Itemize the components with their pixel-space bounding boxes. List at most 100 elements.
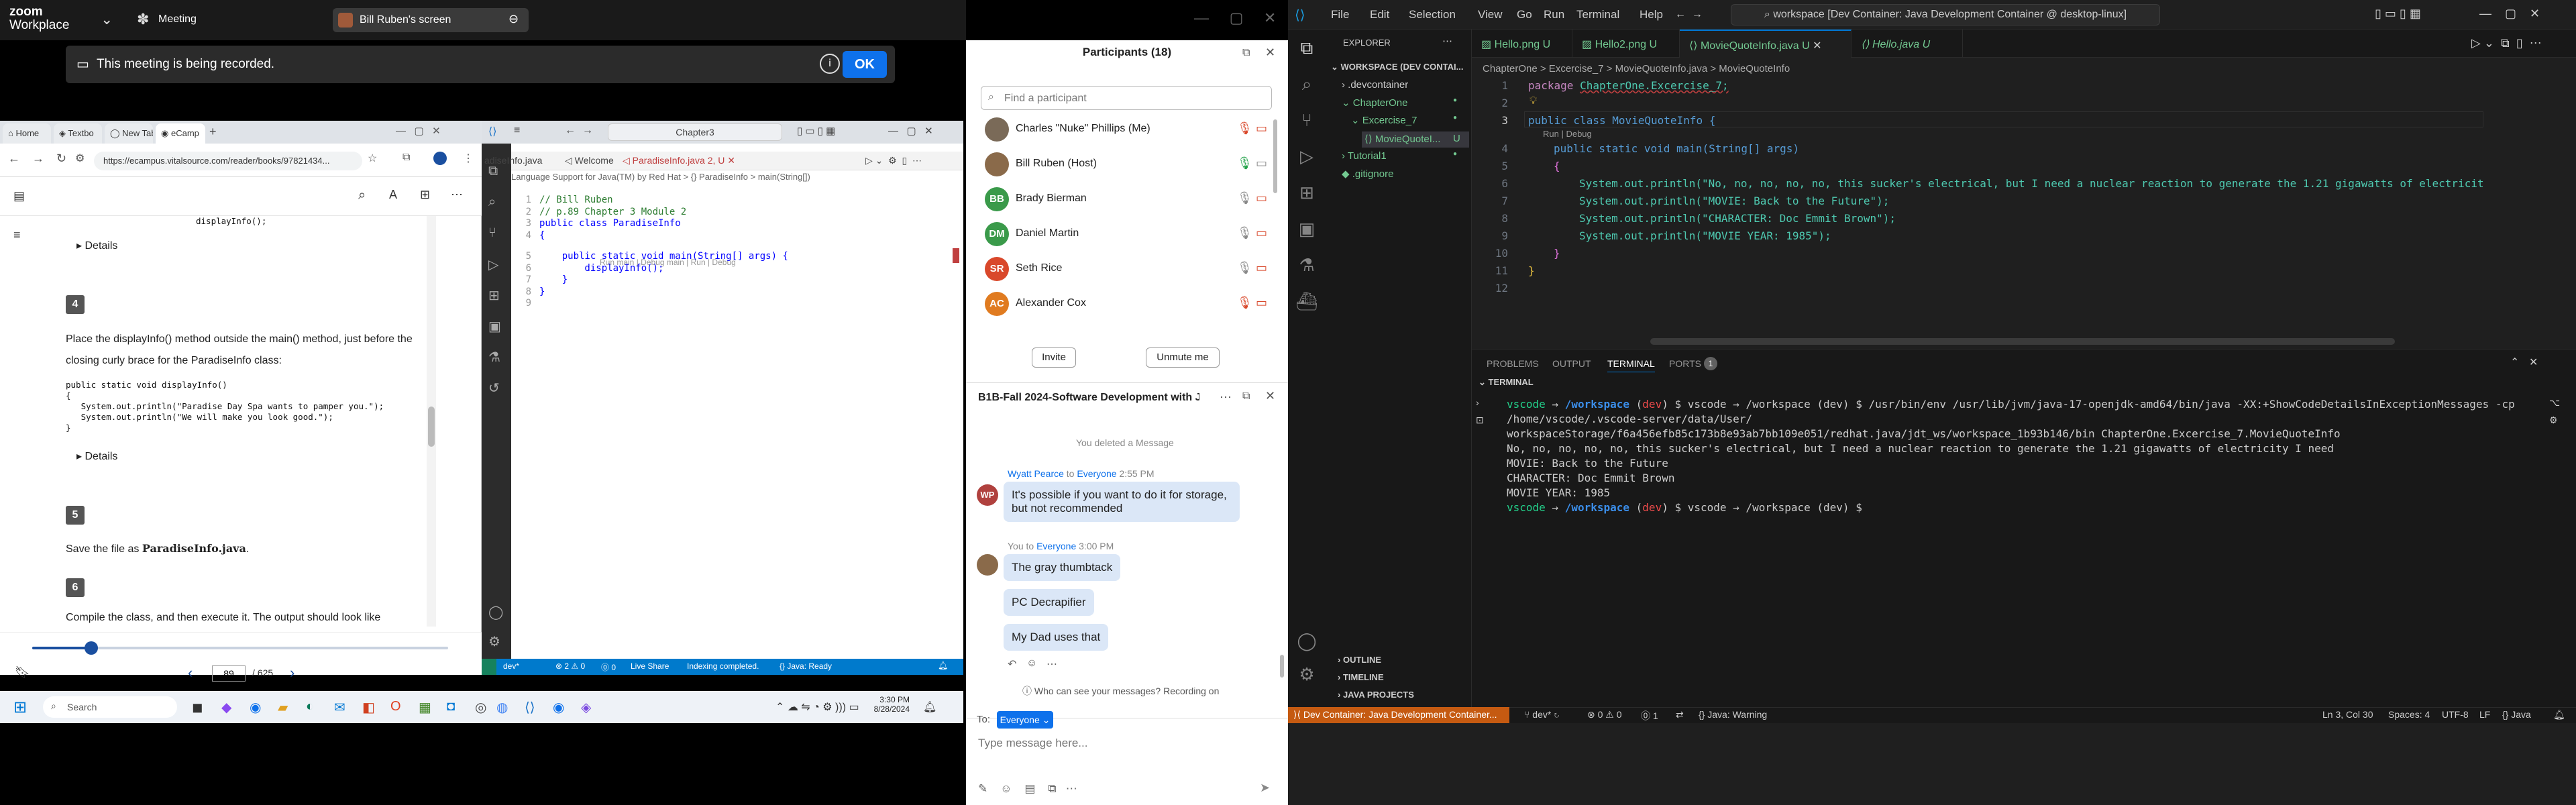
details-toggle[interactable]: ▸ Details — [76, 239, 117, 252]
search-icon[interactable]: ⌕ — [1295, 74, 1319, 98]
close-icon[interactable]: ✕ — [1265, 46, 1275, 60]
profile-avatar[interactable] — [433, 152, 447, 165]
camera-icon[interactable]: ▭ — [1256, 156, 1267, 170]
tray-icons[interactable]: ⌃ ☁ ⇋ ◔ ⚙ ))) ▭ — [775, 700, 859, 714]
language-mode[interactable]: {} Java — [2502, 709, 2531, 720]
back-icon[interactable]: ← — [565, 125, 576, 137]
close-panel-icon[interactable]: ✕ — [2529, 356, 2538, 369]
format-icon[interactable]: ✎ — [978, 782, 987, 795]
more-icon[interactable]: ⊖ — [508, 12, 519, 26]
minimize-icon[interactable]: — — [1194, 9, 1209, 26]
chevron-right-icon[interactable]: › — [1476, 397, 1479, 408]
camera-icon[interactable]: ▭ — [1256, 226, 1267, 240]
tab-problems[interactable]: PROBLEMS — [1487, 358, 1539, 369]
camera-icon[interactable]: ▭ — [1256, 261, 1267, 275]
participant-row[interactable]: SR Seth Rice 🎙︎ ▭ — [981, 252, 1276, 286]
close-icon[interactable]: ✕ — [1265, 389, 1275, 403]
java-projects-section[interactable]: › JAVA PROJECTS — [1338, 690, 1414, 700]
notes-icon[interactable]: ⊞ — [420, 188, 430, 202]
zoom-icon[interactable]: ◉ — [250, 699, 261, 716]
chrome-icon[interactable]: ◎ — [475, 699, 486, 716]
app-icon[interactable]: ◈ — [581, 699, 591, 716]
terminal-output[interactable]: vscode → /workspace (dev) $ vscode → /wo… — [1507, 397, 2540, 515]
more-icon[interactable]: ⋯ — [1046, 657, 1057, 671]
browser-tab-textbook[interactable]: ◈ Textbo — [54, 123, 102, 144]
privacy-notice[interactable]: ⓘ Who can see your messages? Recording o… — [1022, 684, 1219, 698]
testing-icon[interactable]: ⚗ — [488, 349, 500, 366]
file-explorer-icon[interactable]: ▰ — [278, 699, 288, 716]
emoji-icon[interactable]: ☺ — [1000, 782, 1012, 795]
menu-item-file[interactable]: File — [1331, 8, 1349, 21]
indentation[interactable]: Spaces: 4 — [2388, 709, 2430, 720]
new-tab-icon[interactable]: + — [209, 125, 217, 139]
mic-icon[interactable]: 🎙︎ — [1237, 226, 1252, 240]
reader-more-icon[interactable]: ⋯ — [451, 188, 463, 202]
participant-row[interactable]: Bill Ruben (Host) 🎙︎ ▭ — [981, 148, 1276, 181]
extensions-icon[interactable]: ⧉ — [402, 152, 410, 164]
editor-actions[interactable]: ▷ ⌄ ⧉ ▯ ⋯ — [2471, 36, 2542, 50]
notifications-icon[interactable]: 🔔︎ — [938, 661, 948, 670]
notifications-icon[interactable]: 🔔︎ — [923, 700, 936, 714]
reload-icon[interactable]: ↻ — [56, 152, 66, 166]
bookmark-icon[interactable]: 🔖︎ — [15, 665, 30, 680]
remote-status[interactable]: ⟩⟨ Dev Container: Java Development Conta… — [1288, 707, 1509, 723]
browser-menu-icon[interactable]: ⋮ — [463, 152, 474, 165]
close-icon[interactable]: ✕ — [1264, 9, 1276, 26]
participant-search-input[interactable]: ⌕ Find a participant — [981, 86, 1272, 110]
menu-icon[interactable]: ≡ — [13, 228, 21, 242]
mic-icon[interactable]: 🎙︎ — [1237, 156, 1252, 170]
participant-row[interactable]: Charles "Nuke" Phillips (Me) 🎙︎ ▭ — [981, 113, 1276, 146]
browser-icon[interactable]: ◍ — [496, 699, 508, 716]
settings-gear-icon[interactable]: ⚙ — [488, 633, 500, 650]
search-icon[interactable]: ⌕ — [358, 188, 366, 203]
browser-tab-ecampus[interactable]: ◉ eCamp — [156, 123, 205, 144]
teams-icon[interactable]: ◆ — [221, 699, 231, 716]
edge-icon[interactable]: ◐ — [306, 699, 314, 714]
more-icon[interactable]: ⋯ — [1442, 35, 1452, 47]
tree-item-gitignore[interactable]: ◆ .gitignore — [1342, 168, 1393, 180]
unmute-me-button[interactable]: Unmute me — [1146, 347, 1220, 368]
url-input[interactable]: https://ecampus.vitalsource.com/reader/b… — [94, 152, 362, 170]
screen-share-pill[interactable]: Bill Ruben's screen ⊖ — [333, 8, 529, 32]
text-size-icon[interactable]: A — [389, 188, 397, 202]
command-center[interactable]: Chapter3 — [608, 123, 782, 141]
reply-icon[interactable]: ↶ — [1008, 657, 1016, 671]
emoji-icon[interactable]: ☺ — [1026, 657, 1037, 669]
run-debug-icon[interactable]: ▷ — [1295, 146, 1319, 170]
contents-icon[interactable]: ▤ — [13, 189, 25, 203]
tab-partial[interactable]: adiseInfo.java — [484, 155, 542, 166]
meeting-label[interactable]: Meeting — [158, 13, 197, 25]
java-status[interactable]: {} Java: Ready — [780, 661, 832, 671]
next-page-icon[interactable]: › — [290, 664, 294, 682]
mic-icon[interactable]: 🎙︎ — [1237, 296, 1252, 310]
extensions-icon[interactable]: ⊞ — [488, 287, 500, 304]
info-icon[interactable]: i — [820, 54, 840, 74]
outline-section[interactable]: › OUTLINE — [1338, 655, 1381, 665]
docker-icon[interactable]: ⛴ — [1295, 291, 1319, 315]
tab-hello-png[interactable]: ▨ Hello.png U — [1472, 30, 1572, 58]
extensions-icon[interactable]: ⊞ — [1295, 182, 1319, 207]
tree-item-excercise7[interactable]: ⌄ Excercise_7 — [1351, 114, 1417, 126]
tab-welcome[interactable]: ◁ Welcome — [565, 155, 614, 166]
tab-ports[interactable]: PORTS — [1669, 358, 1701, 369]
search-icon[interactable]: ⌕ — [488, 195, 496, 210]
breadcrumb[interactable]: ChapterOne > Excercise_7 > MovieQuoteInf… — [1483, 63, 1790, 74]
mail-icon[interactable]: ✉ — [334, 699, 345, 716]
camera-icon[interactable]: ▭ — [1256, 121, 1267, 136]
remote-explorer-icon[interactable]: ▣ — [488, 318, 501, 335]
remote-explorer-icon[interactable]: ▣ — [1295, 219, 1319, 243]
testing-icon[interactable]: ⚗ — [1295, 255, 1319, 279]
tree-item-tutorial1[interactable]: › Tutorial1 — [1342, 150, 1387, 162]
popout-icon[interactable]: ⧉ — [1242, 390, 1250, 402]
zoom-taskbar-icon[interactable]: ◉ — [553, 699, 564, 716]
timeline-section[interactable]: › TIMELINE — [1338, 672, 1384, 682]
branch-status[interactable]: dev* — [503, 661, 519, 671]
nav-arrows[interactable]: ← → — [1675, 5, 1703, 25]
lightbulb-icon[interactable]: 💡︎ — [1529, 95, 1537, 107]
recipient-dropdown[interactable]: Everyone ⌄ — [997, 711, 1053, 729]
send-icon[interactable]: ➤ — [1260, 781, 1270, 795]
outlook-icon[interactable]: ◘ — [447, 699, 455, 714]
clock[interactable]: 3:30 PM 8/28/2024 — [869, 695, 910, 714]
sync-icon[interactable]: ⇄ — [1676, 709, 1684, 720]
problems-status[interactable]: ⊗ 2 ⚠ 0 — [555, 661, 585, 671]
